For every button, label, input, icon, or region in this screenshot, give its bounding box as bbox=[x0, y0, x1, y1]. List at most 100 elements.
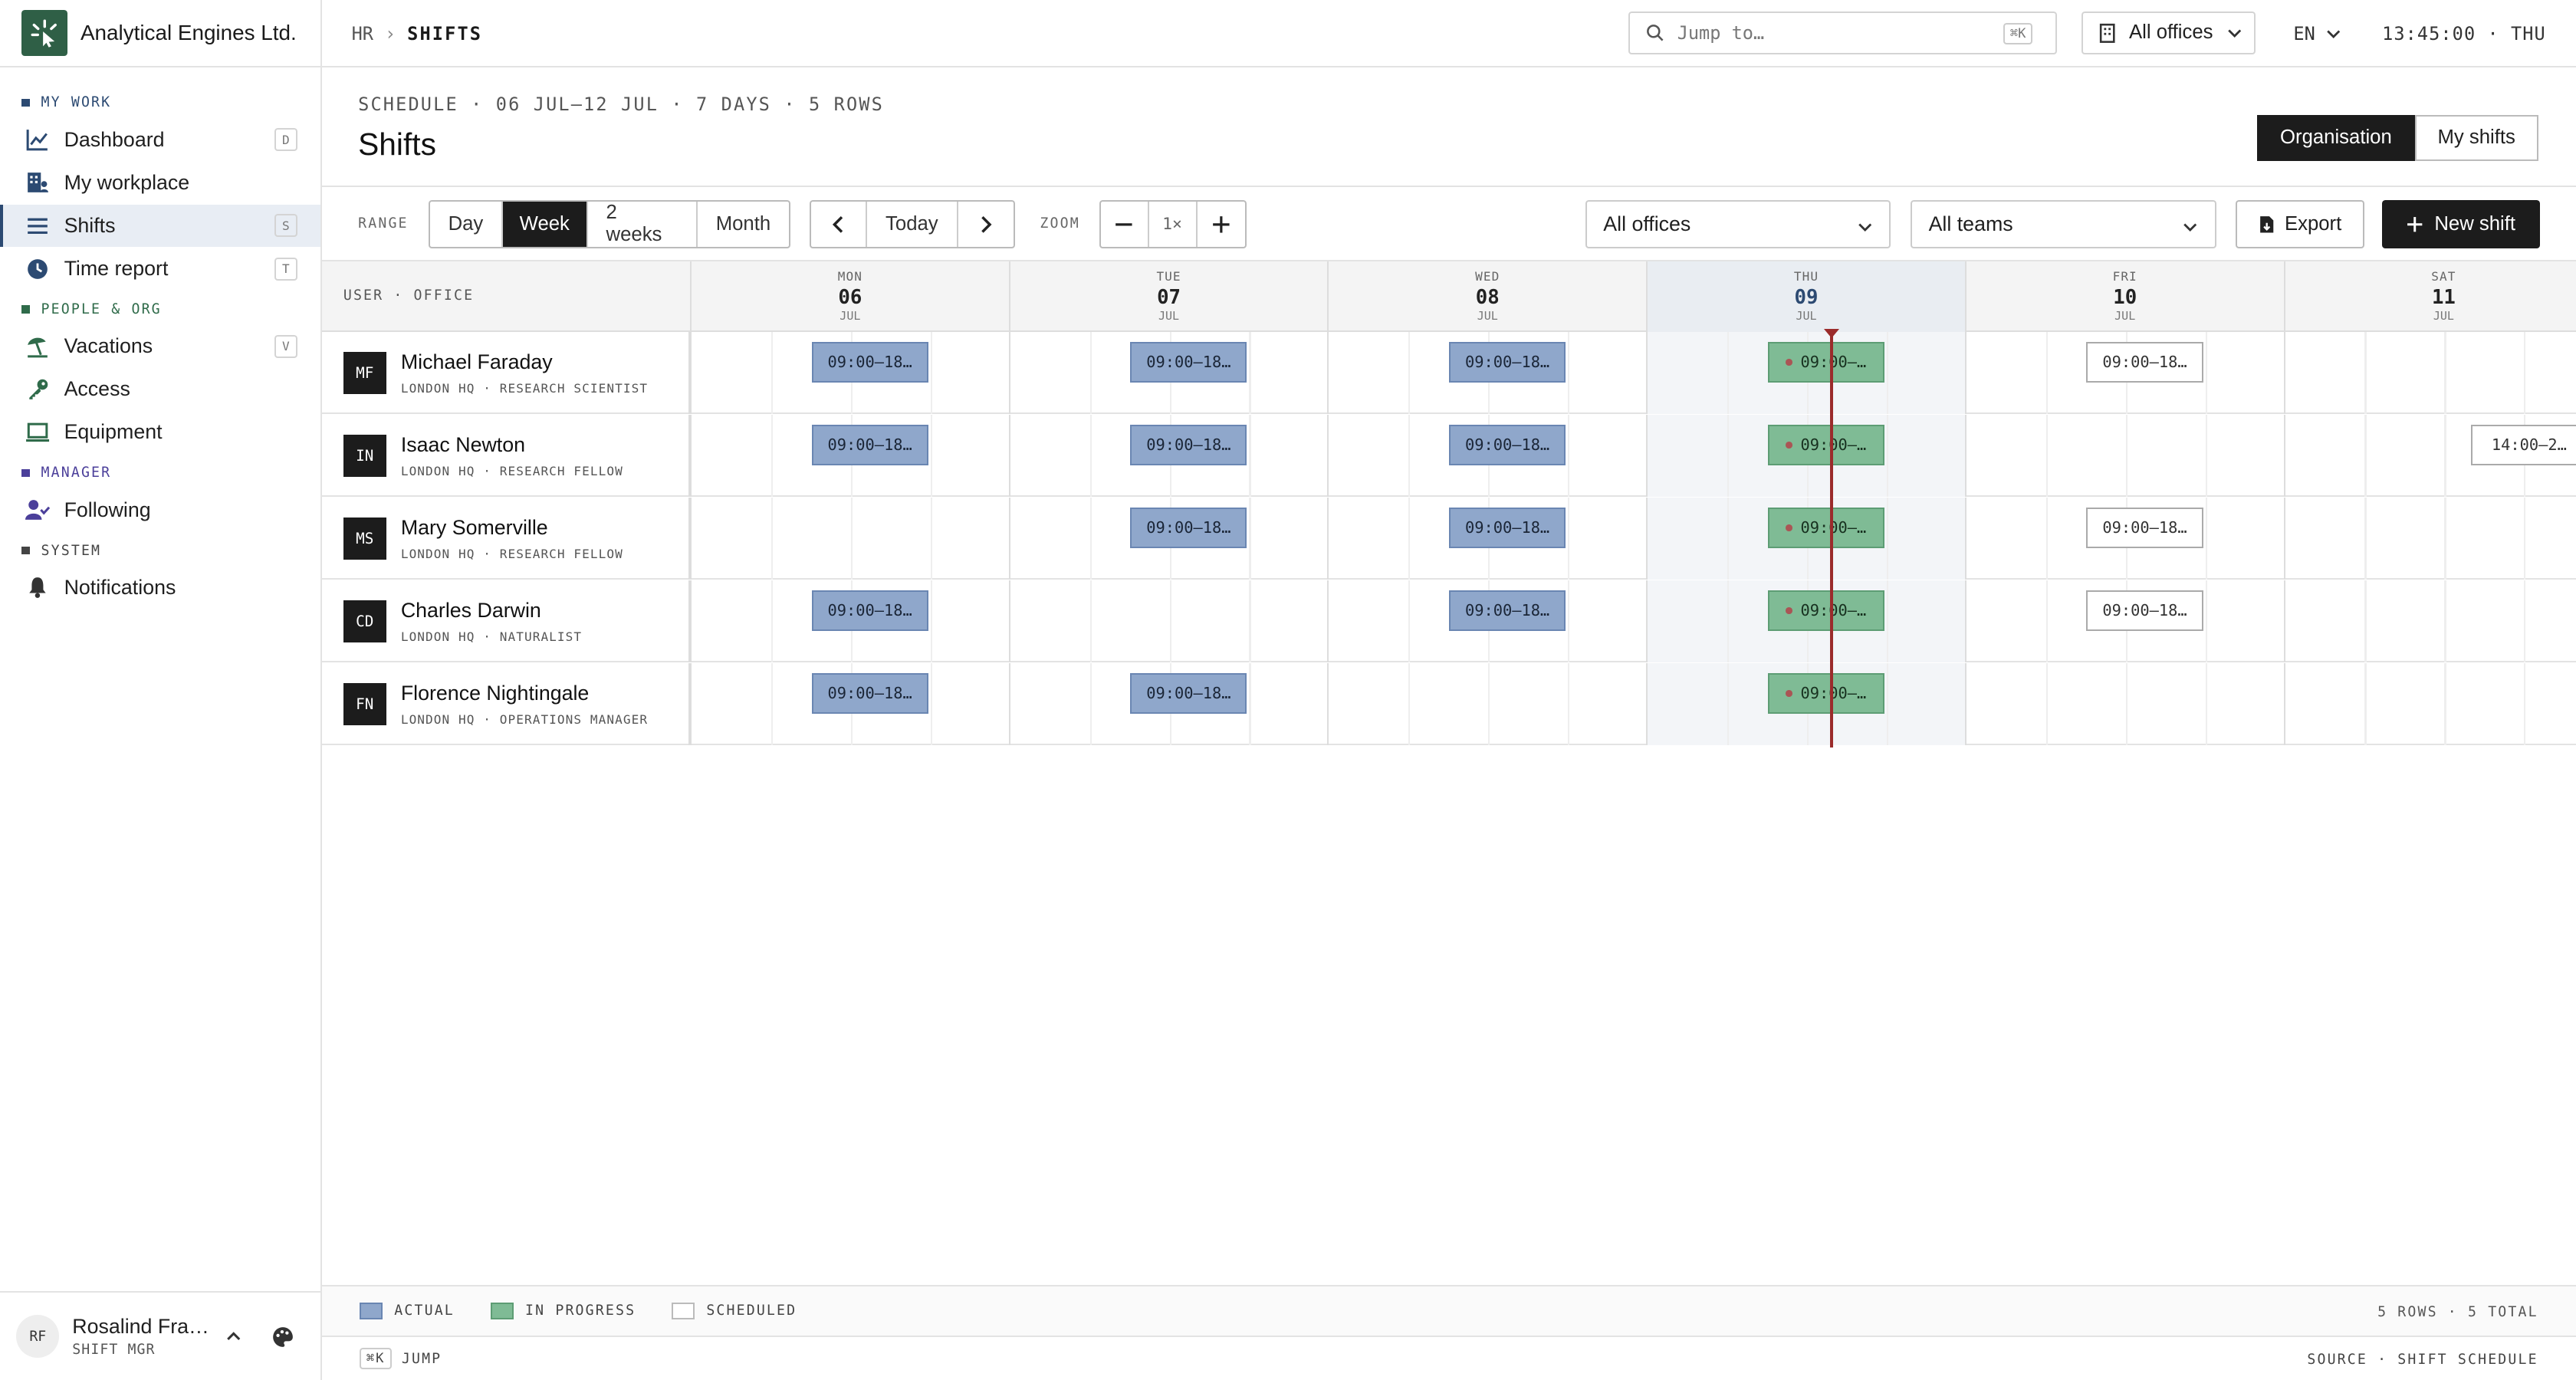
offices-filter[interactable]: All offices bbox=[1585, 200, 1891, 248]
language-select[interactable]: EN bbox=[2293, 23, 2341, 44]
shift-block[interactable]: 09:00–… bbox=[1767, 507, 1884, 549]
hour-gridline bbox=[2205, 414, 2207, 497]
sidebar-item-label: Equipment bbox=[64, 420, 163, 444]
nav-section-label: MANAGER bbox=[41, 465, 112, 481]
range-month-button[interactable]: Month bbox=[698, 202, 789, 246]
chart-line-icon bbox=[25, 127, 51, 153]
shift-block[interactable]: 09:00–18… bbox=[1449, 341, 1566, 383]
day-cell[interactable] bbox=[690, 497, 1009, 580]
next-button[interactable] bbox=[958, 202, 1014, 246]
hour-gridline bbox=[1886, 414, 1889, 497]
day-cell[interactable] bbox=[1964, 414, 2284, 497]
sidebar-item-equipment[interactable]: Equipment bbox=[0, 411, 320, 454]
hour-gridline bbox=[930, 331, 932, 414]
shift-block[interactable]: 09:00–18… bbox=[1449, 424, 1566, 466]
search-input[interactable]: Jump to… ⌘K bbox=[1628, 12, 2057, 54]
shift-block[interactable]: 09:00–… bbox=[1767, 424, 1884, 466]
in-progress-dot-icon bbox=[1786, 690, 1792, 697]
teams-filter[interactable]: All teams bbox=[1911, 200, 2216, 248]
shift-block[interactable]: 09:00–… bbox=[1767, 341, 1884, 383]
day-cell[interactable] bbox=[1008, 580, 1328, 662]
page-header: SCHEDULE · 06 JUL–12 JUL · 7 DAYS · 5 RO… bbox=[322, 67, 2576, 188]
range-week-button[interactable]: Week bbox=[502, 202, 588, 247]
new-shift-button[interactable]: New shift bbox=[2382, 200, 2540, 248]
shift-block[interactable]: 09:00–18… bbox=[1130, 672, 1247, 715]
user-cell[interactable]: IN Isaac Newton LONDON HQ · RESEARCH FELLO… bbox=[322, 414, 690, 497]
hour-gridline bbox=[2444, 662, 2446, 745]
jump-label[interactable]: JUMP bbox=[402, 1351, 442, 1367]
day-header-wed[interactable]: WED 08 JUL bbox=[1327, 261, 1646, 332]
shift-block[interactable]: 09:00–18… bbox=[1130, 341, 1247, 383]
shift-block[interactable]: 09:00–18… bbox=[1449, 507, 1566, 549]
day-header-thu[interactable]: THU 09 JUL bbox=[1646, 261, 1965, 332]
sidebar-item-my-workplace[interactable]: My workplace bbox=[0, 161, 320, 204]
sidebar-item-time-report[interactable]: Time report T bbox=[0, 248, 320, 291]
zoom-in-button[interactable] bbox=[1198, 202, 1246, 246]
laptop-icon bbox=[25, 419, 51, 445]
view-my-shifts-button[interactable]: My shifts bbox=[2414, 114, 2538, 161]
day-header-sat[interactable]: SAT 11 JUL bbox=[2283, 261, 2576, 332]
prev-button[interactable] bbox=[811, 202, 867, 247]
user-cell[interactable]: MF Michael Faraday LONDON HQ · RESEARCH SC… bbox=[322, 331, 690, 414]
day-cell[interactable] bbox=[2283, 580, 2576, 662]
shift-time: 09:00–18… bbox=[827, 353, 912, 372]
export-button[interactable]: Export bbox=[2236, 200, 2364, 248]
zoom-out-button[interactable] bbox=[1101, 202, 1149, 247]
day-cell[interactable] bbox=[1327, 662, 1646, 745]
palette-icon[interactable] bbox=[271, 1326, 294, 1349]
hour-gridline bbox=[1727, 662, 1730, 745]
sidebar-item-vacations[interactable]: Vacations V bbox=[0, 325, 320, 368]
nav-section-header: SYSTEM bbox=[21, 540, 101, 561]
user-office: LONDON HQ · RESEARCH FELLOW bbox=[400, 546, 623, 561]
shift-block[interactable]: 09:00–18… bbox=[1130, 424, 1247, 466]
shift-block[interactable]: 09:00–18… bbox=[811, 424, 928, 466]
hour-gridline bbox=[2045, 497, 2048, 580]
sidebar-item-notifications[interactable]: Notifications bbox=[0, 566, 320, 609]
today-button[interactable]: Today bbox=[867, 202, 958, 247]
hour-gridline bbox=[2205, 331, 2207, 414]
chevron-up-icon[interactable] bbox=[225, 1329, 242, 1345]
shift-block[interactable]: 09:00–18… bbox=[2086, 507, 2203, 549]
office-select[interactable]: All offices bbox=[2082, 12, 2256, 54]
range-day-button[interactable]: Day bbox=[430, 202, 503, 247]
source-label: SOURCE · SHIFT SCHEDULE bbox=[2307, 1352, 2538, 1368]
sidebar-item-dashboard[interactable]: Dashboard D bbox=[0, 118, 320, 161]
sidebar-item-shifts[interactable]: Shifts S bbox=[0, 204, 320, 248]
day-header-tue[interactable]: TUE 07 JUL bbox=[1008, 261, 1328, 332]
user-profile[interactable]: RF Rosalind Franklin SHIFT MGR bbox=[0, 1291, 322, 1380]
shift-block[interactable]: 09:00–18… bbox=[811, 341, 928, 383]
hour-gridline bbox=[1886, 331, 1889, 414]
sidebar-item-access[interactable]: Access bbox=[0, 368, 320, 411]
brand[interactable]: Analytical Engines Ltd. bbox=[0, 0, 320, 67]
day-cell[interactable] bbox=[1964, 662, 2284, 745]
shift-block[interactable]: 09:00–… bbox=[1767, 672, 1884, 715]
day-cell[interactable] bbox=[2283, 662, 2576, 745]
user-cell[interactable]: CD Charles Darwin LONDON HQ · NATURALIST bbox=[322, 580, 690, 662]
hour-gridline bbox=[2205, 662, 2207, 745]
view-organisation-button[interactable]: Organisation bbox=[2257, 114, 2415, 161]
shift-block[interactable]: 09:00–… bbox=[1767, 590, 1884, 632]
user-cell[interactable]: MS Mary Somerville LONDON HQ · RESEARCH FE… bbox=[322, 497, 690, 580]
sidebar-item-label: Shifts bbox=[64, 213, 116, 237]
day-date: 09 bbox=[1794, 285, 1819, 309]
shift-block[interactable]: 09:00–18… bbox=[811, 672, 928, 715]
user-check-icon bbox=[25, 497, 51, 523]
shift-time: 09:00–18… bbox=[1146, 353, 1231, 372]
day-cell[interactable] bbox=[2283, 331, 2576, 414]
day-header-mon[interactable]: MON 06 JUL bbox=[690, 261, 1009, 332]
shift-block[interactable]: 09:00–18… bbox=[2086, 341, 2203, 383]
shift-block[interactable]: 09:00–18… bbox=[1449, 590, 1566, 632]
sidebar-item-following[interactable]: Following bbox=[0, 488, 320, 531]
shift-block[interactable]: 14:00–2… bbox=[2470, 424, 2576, 466]
hour-gridline bbox=[2125, 414, 2128, 497]
shift-block[interactable]: 09:00–18… bbox=[811, 590, 928, 632]
now-line bbox=[1830, 331, 1834, 748]
day-cell[interactable] bbox=[2283, 497, 2576, 580]
table-row: CD Charles Darwin LONDON HQ · NATURALIST 09… bbox=[322, 580, 2576, 662]
day-header-fri[interactable]: FRI 10 JUL bbox=[1964, 261, 2284, 332]
shift-block[interactable]: 09:00–18… bbox=[1130, 507, 1247, 549]
shift-block[interactable]: 09:00–18… bbox=[2086, 590, 2203, 632]
breadcrumb-parent[interactable]: HR bbox=[352, 23, 373, 44]
range-2weeks-button[interactable]: 2 weeks bbox=[588, 202, 698, 247]
user-cell[interactable]: FN Florence Nightingale LONDON HQ · OPERAT… bbox=[322, 662, 690, 745]
